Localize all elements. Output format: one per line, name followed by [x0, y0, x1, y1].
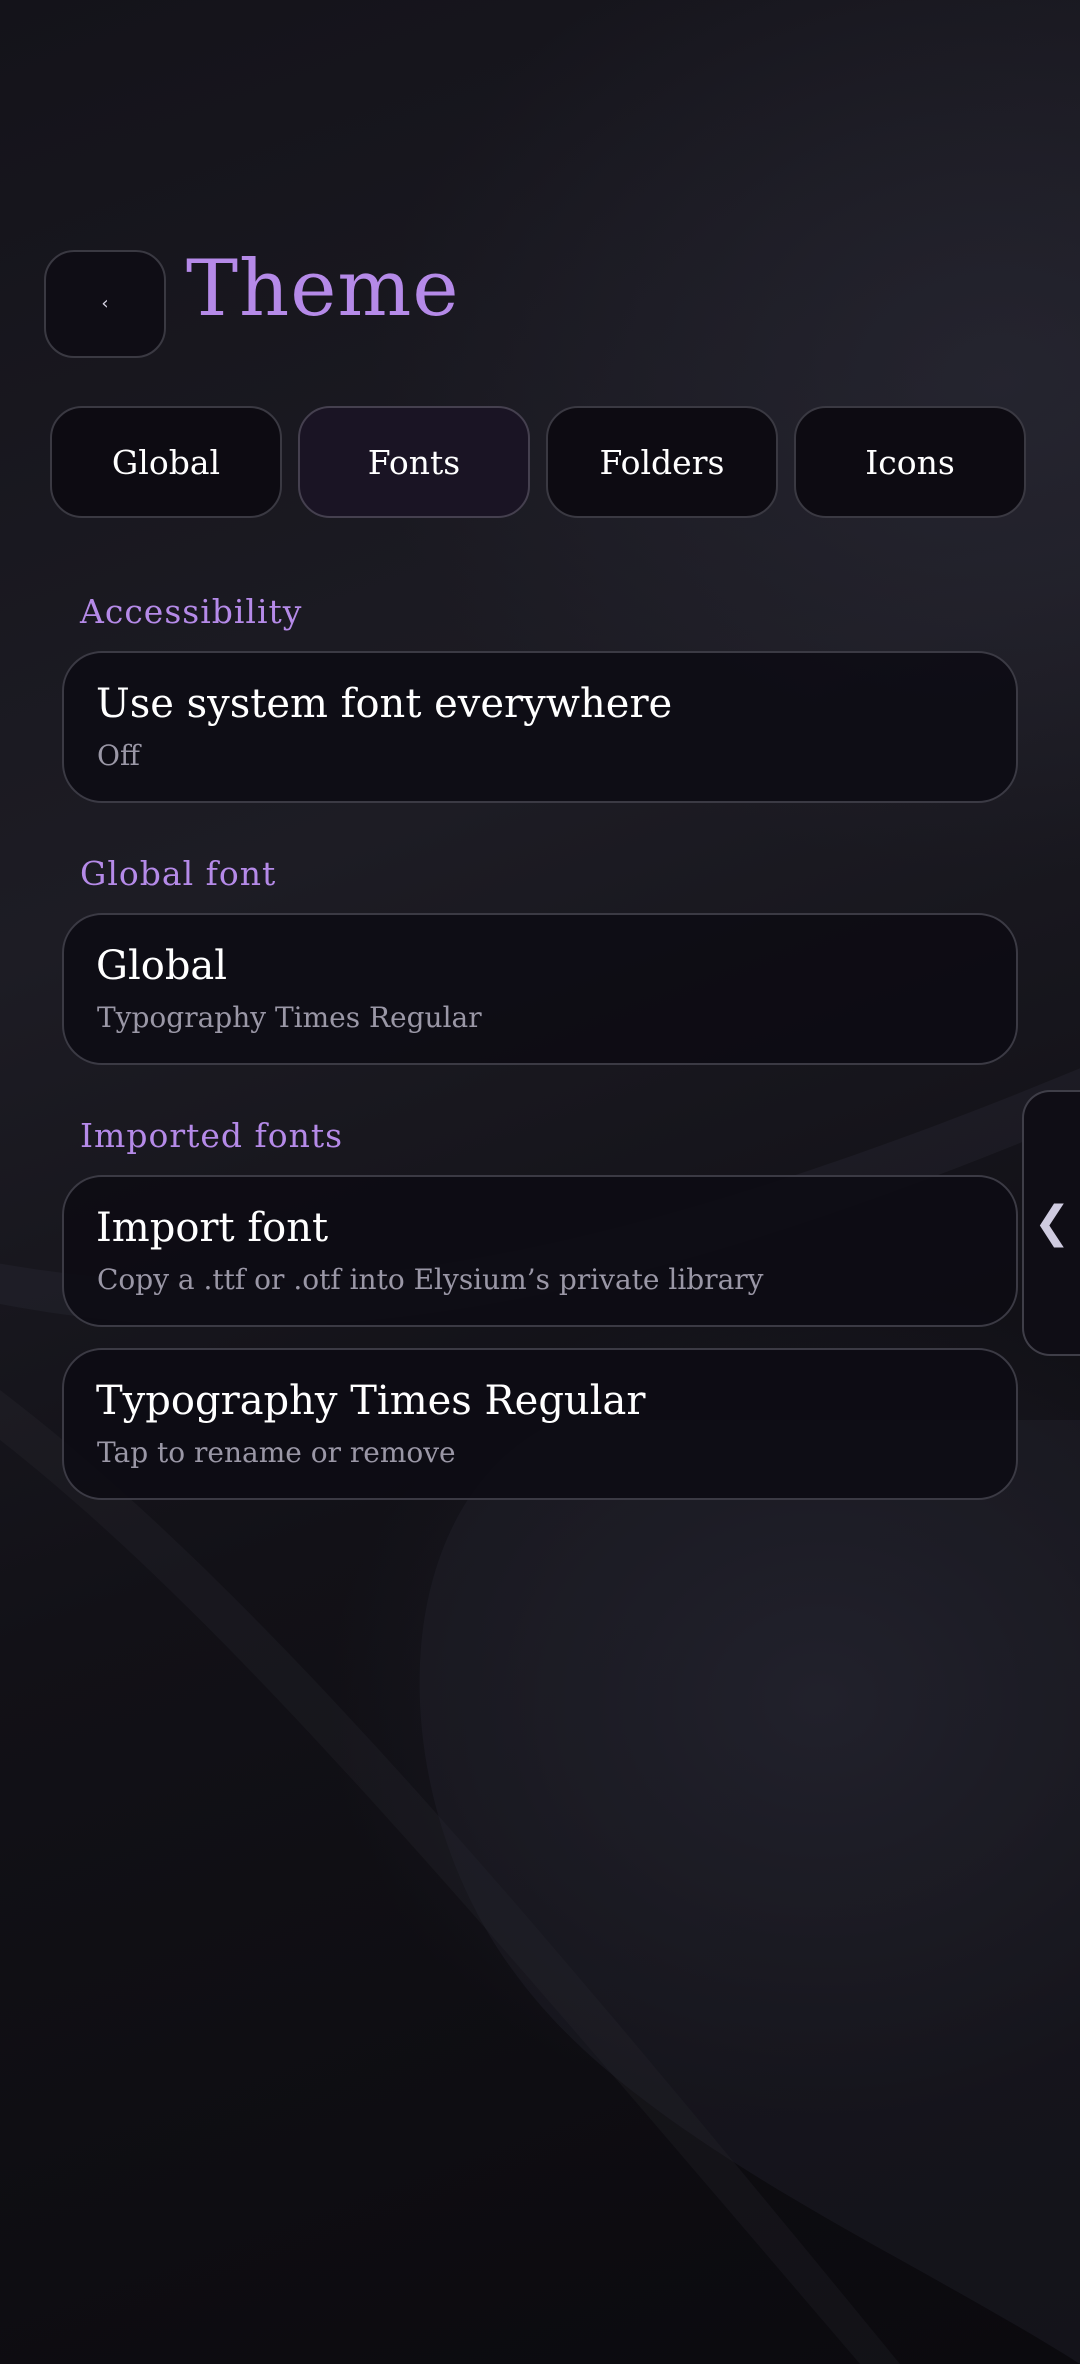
- chevron-left-icon: ‹: [101, 293, 109, 314]
- section-label-imported-fonts: Imported fonts: [80, 1116, 344, 1155]
- back-button[interactable]: ‹: [44, 250, 166, 358]
- card-subtitle: Typography Times Regular: [97, 1001, 482, 1034]
- card-title: Use system font everywhere: [96, 681, 673, 727]
- card-subtitle: Tap to rename or remove: [97, 1436, 456, 1469]
- section-label-global-font: Global font: [80, 854, 277, 893]
- card-title: Global: [96, 943, 228, 989]
- import-font-card[interactable]: Import font Copy a .ttf or .otf into Ely…: [62, 1175, 1018, 1327]
- tab-icons[interactable]: Icons: [794, 406, 1026, 518]
- card-title: Import font: [96, 1205, 329, 1251]
- system-font-toggle-card[interactable]: Use system font everywhere Off: [62, 651, 1018, 803]
- card-subtitle: Off: [97, 739, 140, 772]
- global-font-card[interactable]: Global Typography Times Regular: [62, 913, 1018, 1065]
- tab-bar: Global Fonts Folders Icons: [50, 406, 1030, 518]
- section-label-accessibility: Accessibility: [80, 592, 303, 631]
- tab-global[interactable]: Global: [50, 406, 282, 518]
- chevron-left-icon: ❮: [1033, 1197, 1071, 1248]
- side-drawer-handle[interactable]: ❮: [1022, 1090, 1080, 1356]
- tab-folders[interactable]: Folders: [546, 406, 778, 518]
- card-title: Typography Times Regular: [96, 1378, 646, 1424]
- page-title: Theme: [186, 244, 460, 334]
- card-subtitle: Copy a .ttf or .otf into Elysium’s priva…: [97, 1263, 764, 1296]
- tab-fonts[interactable]: Fonts: [298, 406, 530, 518]
- imported-font-item-card[interactable]: Typography Times Regular Tap to rename o…: [62, 1348, 1018, 1500]
